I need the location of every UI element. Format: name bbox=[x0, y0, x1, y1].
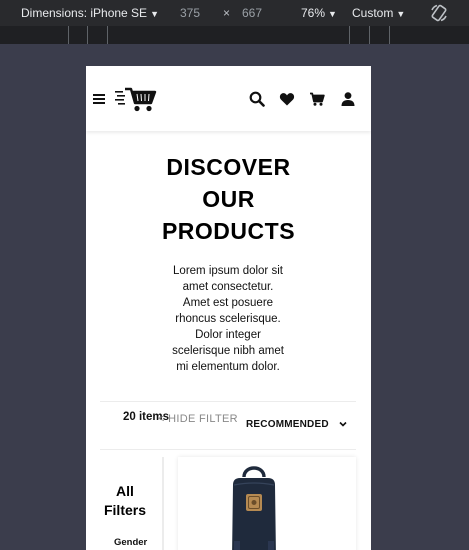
caret-down-icon: ▼ bbox=[396, 9, 406, 19]
ruler-tick bbox=[389, 26, 390, 44]
site-header bbox=[86, 66, 371, 131]
caret-down-icon: ▼ bbox=[150, 9, 159, 19]
dimension-separator: × bbox=[223, 6, 231, 20]
product-card[interactable] bbox=[178, 457, 356, 550]
menu-icon[interactable] bbox=[93, 94, 105, 104]
title-line: OUR bbox=[202, 186, 255, 212]
ruler-tick bbox=[87, 26, 88, 44]
device-viewport: DISCOVER OUR PRODUCTS Lorem ipsum dolor … bbox=[86, 66, 371, 550]
ruler-tick bbox=[68, 26, 69, 44]
heart-icon[interactable] bbox=[279, 91, 295, 107]
divider bbox=[100, 449, 356, 450]
cart-icon[interactable] bbox=[309, 91, 325, 107]
zoom-select[interactable]: 76% ▼ bbox=[301, 6, 337, 21]
throttle-label: Custom bbox=[352, 6, 394, 20]
user-icon[interactable] bbox=[340, 91, 356, 107]
chevron-down-icon bbox=[339, 422, 347, 427]
width-input[interactable]: 375 bbox=[180, 6, 200, 20]
media-query-ruler bbox=[0, 26, 469, 44]
ruler-tick bbox=[107, 26, 108, 44]
filter-panel: All Filters Gender bbox=[86, 457, 164, 550]
device-toolbar: Dimensions: iPhone SE ▼ 375 × 667 76% ▼ Cu… bbox=[0, 0, 469, 26]
filters-title-line: All bbox=[116, 483, 134, 499]
sort-label: RECOMMENDED bbox=[246, 419, 329, 430]
shopping-cart-logo[interactable] bbox=[115, 85, 157, 113]
divider bbox=[100, 401, 356, 402]
title-line: DISCOVER bbox=[166, 154, 291, 180]
title-line: PRODUCTS bbox=[161, 218, 296, 244]
caret-down-icon: ▼ bbox=[328, 9, 337, 19]
rotate-icon[interactable] bbox=[429, 3, 449, 23]
backpack-image bbox=[232, 466, 276, 550]
gender-filter-label[interactable]: Gender bbox=[114, 537, 147, 548]
hero-description: Lorem ipsum dolor sit amet consectetur. … bbox=[172, 265, 284, 373]
device-label: Dimensions: iPhone SE bbox=[21, 6, 148, 20]
throttle-select[interactable]: Custom ▼ bbox=[352, 6, 405, 21]
device-select[interactable]: Dimensions: iPhone SE ▼ bbox=[21, 6, 159, 21]
sort-dropdown[interactable]: RECOMMENDED bbox=[246, 419, 347, 430]
ruler-tick bbox=[349, 26, 350, 44]
filters-title-line: Filters bbox=[103, 502, 146, 518]
search-icon[interactable] bbox=[249, 91, 265, 107]
page-title: DISCOVER OUR PRODUCTS bbox=[86, 151, 371, 247]
filters-title: All Filters bbox=[86, 482, 164, 520]
ruler-tick bbox=[369, 26, 370, 44]
height-input[interactable]: 667 bbox=[242, 6, 262, 20]
zoom-label: 76% bbox=[301, 6, 326, 20]
hide-filter-button[interactable]: < HIDE FILTER bbox=[158, 411, 238, 427]
